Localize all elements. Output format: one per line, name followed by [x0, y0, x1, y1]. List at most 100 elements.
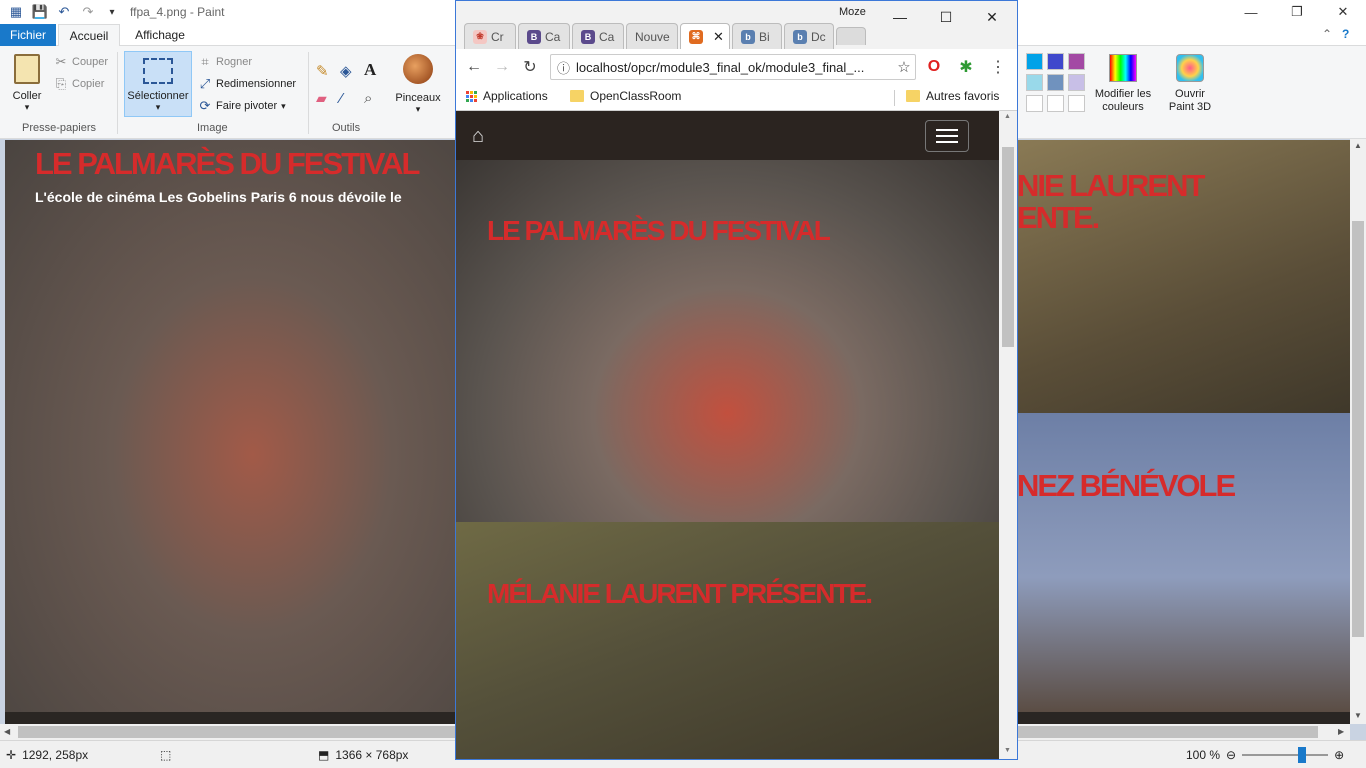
help-chevron-icon[interactable]: ⌃: [1322, 27, 1332, 41]
canvas-vertical-scrollbar[interactable]: ▲ ▼: [1350, 139, 1366, 724]
browser-tab[interactable]: b Bi: [732, 23, 782, 49]
select-button[interactable]: Sélectionner ▾: [124, 51, 192, 117]
rotate-dropdown-icon[interactable]: ▾: [281, 101, 286, 112]
scroll-up-icon[interactable]: ▲: [1354, 141, 1362, 150]
bookmark-folder-openclassroom[interactable]: OpenClassRoom: [570, 89, 681, 103]
tab-view[interactable]: Affichage: [124, 24, 196, 46]
browser-tab[interactable]: B Ca: [572, 23, 624, 49]
browser-tab[interactable]: B Ca: [518, 23, 570, 49]
tab-home[interactable]: Accueil: [58, 24, 120, 47]
paste-button[interactable]: Coller ▾: [6, 52, 48, 118]
fill-icon[interactable]: ◈: [340, 62, 352, 80]
zoom-out-icon[interactable]: ⊖: [1226, 748, 1236, 762]
chrome-window: Moze — ☐ ✕ ❀ Cr B Ca B Ca Nouve ⌘ ✕ b Bi…: [455, 0, 1018, 760]
opera-extension-icon[interactable]: O: [922, 55, 946, 79]
forward-arrow-icon[interactable]: →: [490, 55, 514, 79]
save-icon[interactable]: 💾: [32, 4, 48, 20]
rotate-button[interactable]: ⟳ Faire pivoter ▾: [198, 98, 286, 114]
palette-color[interactable]: [1047, 53, 1064, 70]
page-scrollbar[interactable]: ▲ ▼: [999, 111, 1017, 759]
brushes-dropdown-icon[interactable]: ▾: [392, 104, 444, 115]
resize-button[interactable]: ⤢ Redimensionner: [198, 76, 296, 92]
close-button[interactable]: ✕: [1320, 0, 1366, 24]
bookmark-apps[interactable]: Applications: [466, 89, 548, 103]
minimize-button[interactable]: —: [1228, 0, 1274, 24]
menu-bar: [936, 141, 958, 143]
canvas-left-title: LE PALMARÈS DU FESTIVAL: [35, 146, 420, 181]
xampp-icon: ⌘: [689, 29, 703, 44]
image-dimensions-text: 1366 × 768px: [335, 748, 409, 762]
select-dropdown-icon[interactable]: ▾: [125, 102, 191, 113]
zoom-slider[interactable]: [1242, 747, 1329, 763]
pencil-icon[interactable]: ✎: [316, 62, 329, 80]
browser-tab-active[interactable]: ⌘ ✕: [680, 23, 730, 49]
new-tab-button[interactable]: [836, 27, 866, 45]
scroll-down-icon[interactable]: ▼: [1004, 747, 1011, 754]
reload-icon[interactable]: ↻: [518, 55, 542, 79]
redo-icon[interactable]: ↷: [80, 4, 96, 20]
palette-color[interactable]: [1026, 74, 1043, 91]
url-text[interactable]: localhost/opcr/module3_final_ok/module3_…: [576, 60, 864, 75]
tab-title: Nouve: [635, 29, 670, 44]
hamburger-menu-button[interactable]: [925, 120, 969, 152]
browser-tab[interactable]: Nouve: [626, 23, 678, 49]
crop-button[interactable]: ⌗ Rogner: [198, 54, 252, 70]
paste-dropdown-icon[interactable]: ▾: [6, 102, 48, 113]
copy-label: Copier: [72, 78, 105, 90]
home-icon[interactable]: ⌂: [472, 125, 484, 148]
zoom-in-icon[interactable]: ⊕: [1334, 748, 1344, 762]
scrollbar-thumb[interactable]: [1002, 147, 1014, 347]
profile-name[interactable]: Moze: [839, 6, 866, 18]
edit-colors-button[interactable]: Modifier les couleurs: [1090, 52, 1156, 118]
scrollbar-thumb[interactable]: [1352, 221, 1364, 637]
back-arrow-icon[interactable]: ←: [462, 55, 486, 79]
rotate-label: Faire pivoter: [216, 100, 278, 112]
info-icon[interactable]: ⓘ: [557, 58, 570, 77]
scroll-right-icon[interactable]: ▶: [1338, 727, 1344, 736]
eraser-icon[interactable]: ▰: [316, 90, 327, 107]
menu-bar: [936, 135, 958, 137]
paste-label: Coller: [12, 90, 42, 102]
browser-tab[interactable]: b Dc: [784, 23, 834, 49]
brushes-button[interactable]: Pinceaux ▾: [392, 52, 444, 118]
chrome-minimize-button[interactable]: —: [880, 5, 920, 29]
chrome-close-button[interactable]: ✕: [972, 5, 1012, 29]
scroll-down-icon[interactable]: ▼: [1354, 711, 1362, 720]
palette-color[interactable]: [1068, 95, 1085, 112]
palette-color[interactable]: [1026, 95, 1043, 112]
zoom-slider-thumb[interactable]: [1298, 747, 1307, 763]
undo-icon[interactable]: ↶: [56, 4, 72, 20]
cursor-position-text: 1292, 258px: [22, 748, 89, 762]
bookmark-star-icon[interactable]: ☆: [892, 55, 916, 79]
address-bar[interactable]: ⓘ localhost/opcr/module3_final_ok/module…: [550, 54, 916, 80]
menu-kebab-icon[interactable]: ⋮: [986, 55, 1010, 79]
divider: [117, 52, 118, 134]
color-picker-icon[interactable]: ⁄: [340, 90, 343, 107]
bookmark-folder-other[interactable]: Autres favoris: [906, 89, 999, 103]
puzzle-extension-icon[interactable]: ✱: [954, 55, 978, 79]
open-paint3d-button[interactable]: Ouvrir Paint 3D: [1164, 52, 1216, 118]
palette-color[interactable]: [1047, 95, 1064, 112]
scroll-left-icon[interactable]: ◀: [4, 727, 10, 736]
palette-color[interactable]: [1068, 74, 1085, 91]
scroll-up-icon[interactable]: ▲: [1004, 113, 1011, 120]
tab-file[interactable]: Fichier: [0, 24, 56, 46]
restore-button[interactable]: ❐: [1274, 0, 1320, 24]
crosshair-icon: ✛: [6, 748, 17, 762]
help-icon[interactable]: ?: [1342, 27, 1349, 41]
text-icon[interactable]: A: [364, 60, 376, 80]
chrome-maximize-button[interactable]: ☐: [926, 5, 966, 29]
copy-button[interactable]: ⎘ Copier: [54, 76, 105, 92]
palette-color[interactable]: [1047, 74, 1064, 91]
customize-toolbar-icon[interactable]: ▾: [104, 4, 120, 20]
tab-close-icon[interactable]: ✕: [713, 29, 724, 45]
open-paint3d-label: Ouvrir Paint 3D: [1168, 88, 1212, 113]
magnifier-icon[interactable]: ⌕: [364, 90, 372, 107]
canvas-right-title-1b: ENTE.: [1017, 200, 1100, 235]
palette-color[interactable]: [1068, 53, 1085, 70]
tools-group-label: Outils: [332, 122, 361, 134]
browser-tab[interactable]: ❀ Cr: [464, 23, 516, 49]
palette-color[interactable]: [1026, 53, 1043, 70]
crop-label: Rogner: [216, 56, 253, 68]
cut-button[interactable]: ✂ Couper: [54, 54, 109, 70]
